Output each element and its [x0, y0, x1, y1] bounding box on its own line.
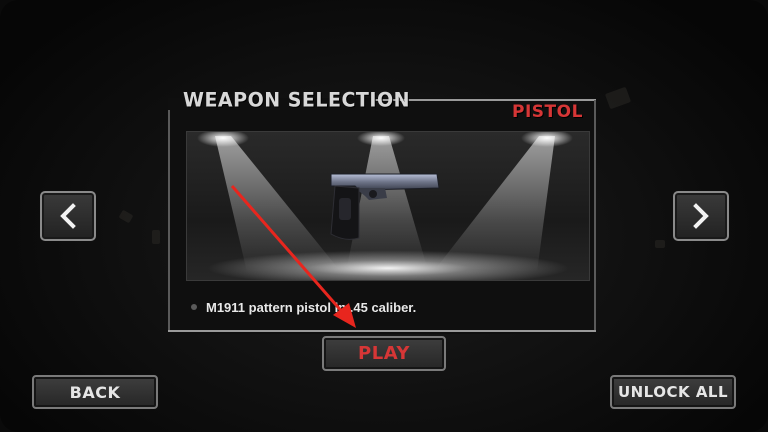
background-debris — [152, 230, 160, 244]
game-screen: WEAPON SELECTION PISTOL M1911 pattern pi… — [0, 0, 768, 432]
play-button[interactable]: PLAY — [322, 336, 446, 371]
play-button-label: PLAY — [358, 343, 410, 364]
panel-border-bottom — [168, 330, 596, 332]
weapon-showcase — [186, 131, 590, 281]
pistol-icon — [330, 173, 440, 240]
weapon-description: M1911 pattern pistol in .45 caliber. — [206, 300, 417, 315]
background-debris — [655, 240, 665, 248]
panel-border-left — [168, 110, 170, 332]
chevron-left-icon — [60, 203, 76, 229]
back-button-label: BACK — [69, 382, 121, 402]
weapon-type-label: PISTOL — [512, 102, 583, 122]
previous-weapon-button[interactable] — [40, 191, 96, 241]
back-button[interactable]: BACK — [32, 375, 158, 409]
unlock-all-button[interactable]: UNLOCK ALL — [610, 375, 736, 409]
background-debris — [604, 86, 632, 110]
description-bullet — [191, 304, 197, 310]
unlock-all-button-label: UNLOCK ALL — [617, 383, 729, 401]
panel-border-right — [594, 100, 596, 332]
chevron-right-icon — [693, 203, 709, 229]
next-weapon-button[interactable] — [673, 191, 729, 241]
background-debris — [118, 209, 134, 224]
panel-title: WEAPON SELECTION — [183, 88, 411, 112]
